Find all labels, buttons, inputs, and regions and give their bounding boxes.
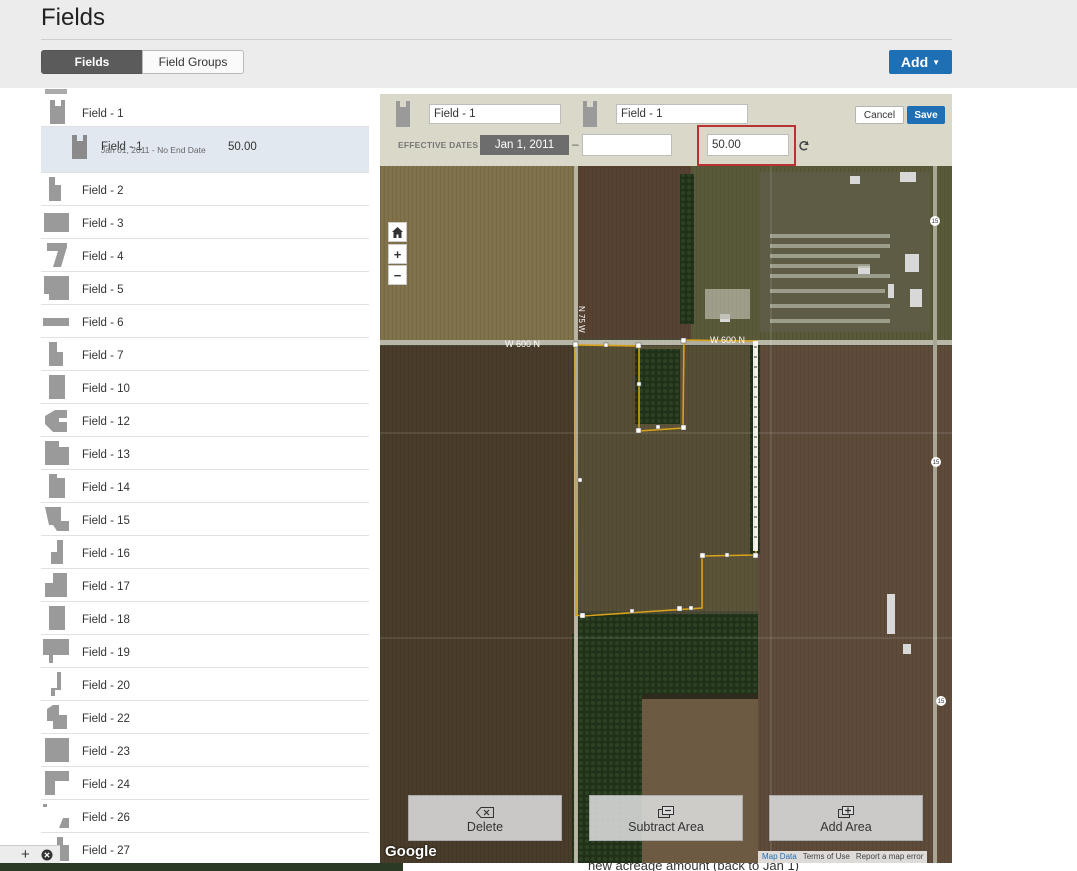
field-name-input[interactable]: [429, 104, 561, 124]
page-header: Fields Fields Field Groups Add ▼: [0, 0, 1077, 88]
acreage-value: 50.00: [228, 141, 257, 153]
field-list-item[interactable]: Field - 16: [41, 536, 369, 569]
field-shape-icon: [45, 441, 69, 465]
field-shape-icon: [47, 243, 67, 267]
effective-date-range: Jan 01, 2011 - No End Date: [101, 145, 206, 155]
field-list-item[interactable]: Field - 20: [41, 668, 369, 701]
field-shape-icon: [49, 375, 65, 399]
field-shape-icon: [51, 672, 61, 696]
add-button-label: Add: [900, 54, 929, 70]
start-date-field[interactable]: Jan 1, 2011: [480, 135, 569, 155]
field-shape-icon: [49, 177, 61, 201]
road-label: W 600 N: [505, 339, 540, 349]
date-range-separator: –: [572, 137, 579, 151]
field-list[interactable]: Field - 1 Field - 1 Jan 01, 2011 - No En…: [41, 89, 369, 861]
caret-down-icon: ▼: [932, 57, 941, 67]
boundary-name-input[interactable]: [616, 104, 748, 124]
save-button[interactable]: Save: [907, 106, 945, 124]
add-area-button[interactable]: Add Area: [769, 795, 923, 841]
close-circle-icon[interactable]: [41, 849, 53, 861]
page-title: Fields: [41, 4, 106, 31]
field-list-item[interactable]: Field - 27: [41, 833, 369, 861]
field-list-item[interactable]: Field - 18: [41, 602, 369, 635]
field-list-item[interactable]: Field - 12: [41, 404, 369, 437]
field-list-item[interactable]: Field - 14: [41, 470, 369, 503]
add-area-icon: [838, 806, 854, 818]
field-list-item[interactable]: Field - 26: [41, 800, 369, 833]
field-shape-icon: [47, 705, 67, 729]
boundary-shape-icon: [583, 101, 597, 127]
field-list-item[interactable]: Field - 7: [41, 338, 369, 371]
field-shape-icon: [44, 213, 69, 232]
subtract-area-icon: [658, 806, 674, 818]
field-list-item[interactable]: Field - 13: [41, 437, 369, 470]
field-list-item[interactable]: Field - 2: [41, 173, 369, 206]
field-shape-icon: [51, 540, 63, 564]
field-shape-icon: [45, 410, 67, 432]
field-list-item[interactable]: Field - 24: [41, 767, 369, 800]
tab-field-groups[interactable]: Field Groups: [142, 50, 244, 74]
bottom-strip: new acreage amount (back to Jan 1): [0, 863, 1077, 871]
zoom-out-button[interactable]: −: [388, 265, 407, 285]
end-date-input[interactable]: [582, 134, 672, 156]
field-list-item[interactable]: Field - 10: [41, 371, 369, 404]
field-list-item[interactable]: Field - 17: [41, 569, 369, 602]
caption-text: new acreage amount (back to Jan 1): [588, 863, 800, 871]
google-logo: Google: [385, 843, 437, 860]
field-list-item[interactable]: Field - 15: [41, 503, 369, 536]
zoom-in-button[interactable]: +: [388, 244, 407, 264]
backspace-icon: [476, 807, 494, 818]
map-panel[interactable]: W 600 N W 600 N N 75 W 15 15 15 Cancel S…: [380, 94, 952, 863]
cancel-button[interactable]: Cancel: [855, 106, 904, 124]
field-shape-icon: [49, 474, 65, 498]
field-list-item[interactable]: Field - 1: [41, 94, 369, 127]
boundary-edit-toolbar: Cancel Save EFFECTIVE DATES Jan 1, 2011 …: [380, 94, 952, 166]
effective-dates-label: EFFECTIVE DATES: [398, 140, 479, 150]
map-data-link[interactable]: Map Data: [762, 852, 797, 862]
field-list-item[interactable]: Field - 19: [41, 635, 369, 668]
field-shape-icon: [49, 606, 65, 630]
field-list-item-selected[interactable]: Field - 1 Jan 01, 2011 - No End Date 50.…: [41, 127, 369, 173]
field-shape-icon: [45, 507, 69, 531]
field-list-item[interactable]: Field - 5: [41, 272, 369, 305]
field-shape-icon: [49, 342, 63, 366]
list-footer: +: [0, 845, 60, 863]
highway-shield: 15: [932, 219, 939, 225]
field-shape-icon: [45, 738, 69, 762]
field-list-item[interactable]: Field - 3: [41, 206, 369, 239]
highway-shield: 15: [938, 699, 945, 705]
field-list-item[interactable]: Field - 4: [41, 239, 369, 272]
delete-button[interactable]: Delete: [408, 795, 562, 841]
caption-area: new acreage amount (back to Jan 1): [403, 863, 1077, 871]
field-shape-icon: [45, 771, 69, 795]
field-shape-icon: [396, 101, 410, 127]
field-shape-icon: [43, 804, 69, 828]
field-list-item[interactable]: Field - 22: [41, 701, 369, 734]
satellite-map[interactable]: W 600 N W 600 N N 75 W 15 15 15: [380, 94, 952, 863]
field-shape-icon: [72, 135, 87, 159]
highway-shield: 15: [933, 460, 940, 466]
field-list-item[interactable]: Field - 6: [41, 305, 369, 338]
map-attribution: Map Data Terms of Use Report a map error: [758, 851, 928, 863]
subtract-area-button[interactable]: Subtract Area: [589, 795, 743, 841]
field-shape-icon: [50, 100, 65, 124]
field-shape-icon: [44, 276, 69, 300]
tab-fields[interactable]: Fields: [41, 50, 143, 74]
road-label: W 600 N: [710, 335, 745, 345]
refresh-icon[interactable]: [798, 140, 810, 152]
title-divider: [41, 39, 952, 40]
plus-icon[interactable]: +: [21, 846, 30, 863]
home-icon[interactable]: [388, 222, 407, 242]
terms-link[interactable]: Terms of Use: [803, 852, 850, 862]
field-shape-icon: [45, 573, 67, 597]
field-list-item[interactable]: Field - 23: [41, 734, 369, 767]
add-button[interactable]: Add ▼: [889, 50, 952, 74]
acreage-input[interactable]: [707, 134, 789, 156]
report-error-link[interactable]: Report a map error: [856, 852, 924, 862]
road-label: N 75 W: [577, 306, 586, 333]
field-shape-icon: [43, 639, 69, 663]
field-shape-icon: [43, 318, 69, 326]
